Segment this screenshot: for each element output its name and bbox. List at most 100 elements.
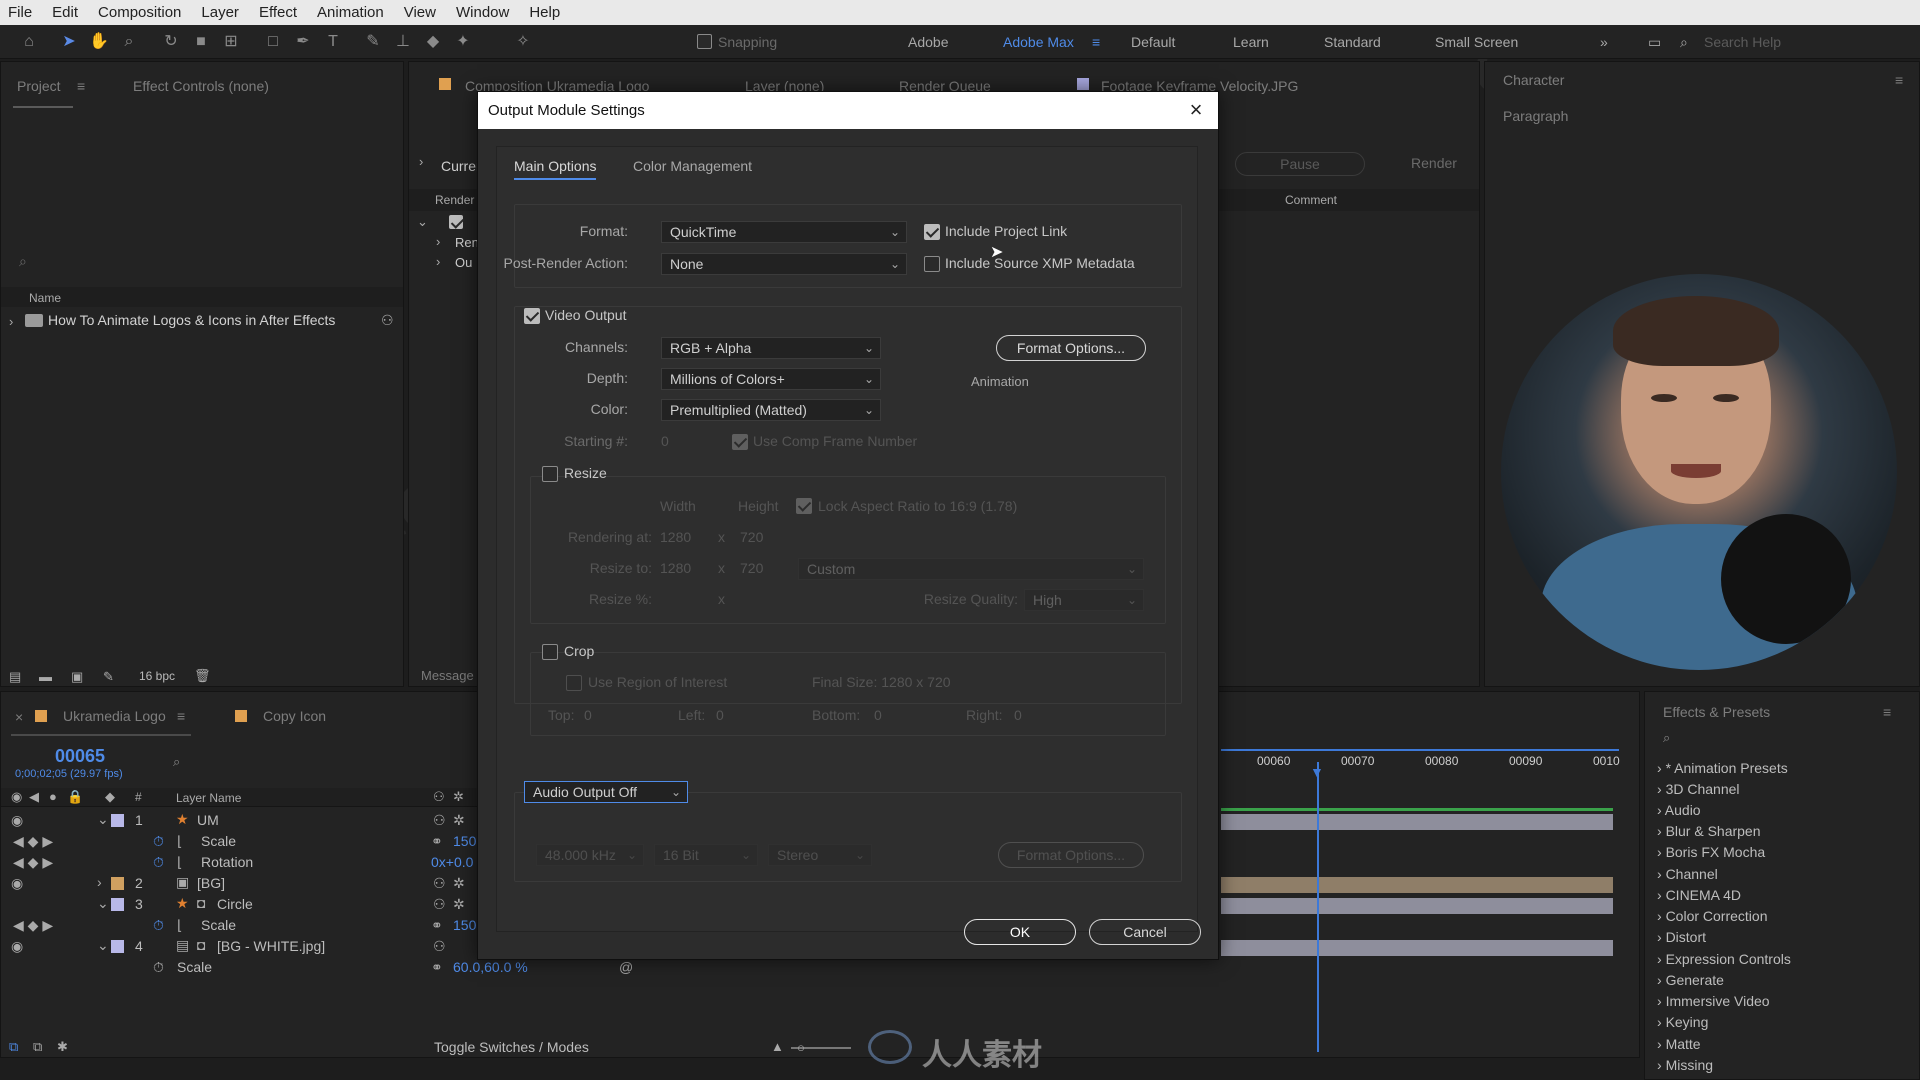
- tab-copy-icon[interactable]: Copy Icon: [263, 708, 326, 724]
- tab-effect-controls[interactable]: Effect Controls (none): [133, 78, 269, 94]
- video-output-checkbox[interactable]: [524, 308, 540, 324]
- tab-color-management[interactable]: Color Management: [633, 158, 752, 174]
- effects-category[interactable]: › * Animation Presets: [1657, 760, 1788, 776]
- pen-tool-icon[interactable]: ✒: [292, 32, 314, 52]
- label-color-icon[interactable]: [111, 877, 124, 890]
- panel-menu-icon[interactable]: ≡: [1883, 704, 1891, 720]
- panel-menu-icon[interactable]: ≡: [177, 708, 185, 724]
- render-item-checkbox[interactable]: [449, 215, 463, 229]
- audio-format-options-button[interactable]: Format Options...: [998, 842, 1144, 868]
- bpc-indicator[interactable]: 16 bpc: [139, 669, 175, 683]
- stopwatch-icon[interactable]: ⏱: [153, 854, 164, 871]
- timeline-search-icon[interactable]: ⌕: [173, 754, 180, 770]
- property-value[interactable]: 150: [453, 917, 476, 933]
- menu-animation[interactable]: Animation: [317, 4, 384, 21]
- collapse-arrow-icon[interactable]: ⌄: [97, 937, 109, 954]
- trash-icon[interactable]: 🗑: [194, 668, 211, 684]
- effects-category[interactable]: › Generate: [1657, 972, 1724, 988]
- effects-category[interactable]: › Channel: [1657, 866, 1718, 882]
- layer-name[interactable]: Circle: [217, 896, 253, 912]
- toggle-switches-modes[interactable]: Toggle Switches / Modes: [434, 1039, 589, 1055]
- comment-column[interactable]: Comment: [1285, 193, 1337, 207]
- workspace-standard[interactable]: Standard: [1324, 34, 1381, 50]
- format-dropdown[interactable]: QuickTime ⌄: [661, 221, 907, 243]
- menu-window[interactable]: Window: [456, 4, 509, 21]
- new-folder-icon[interactable]: ▬: [39, 669, 52, 684]
- render-settings-label[interactable]: Ren: [455, 235, 479, 250]
- stopwatch-icon[interactable]: ⏱: [153, 959, 164, 976]
- collapse-icon[interactable]: ✲: [453, 789, 464, 805]
- chevron-right-icon[interactable]: ›: [419, 154, 423, 169]
- layer-name[interactable]: [BG - WHITE.jpg]: [217, 938, 325, 954]
- pickwhip-icon[interactable]: @: [619, 959, 633, 975]
- eye-icon[interactable]: ◉: [11, 789, 22, 805]
- keyframe-nav-icon[interactable]: ◀ ◆ ▶: [13, 854, 53, 871]
- crop-bottom-value[interactable]: 0: [874, 707, 882, 723]
- menu-composition[interactable]: Composition: [98, 4, 181, 21]
- menu-view[interactable]: View: [404, 4, 436, 21]
- menu-layer[interactable]: Layer: [201, 4, 239, 21]
- brush-tool-icon[interactable]: ✎: [362, 32, 384, 52]
- interpret-footage-icon[interactable]: ▤: [9, 669, 21, 685]
- render-icon[interactable]: ⧉: [33, 1039, 42, 1055]
- crop-right-value[interactable]: 0: [1014, 707, 1022, 723]
- switches-icon[interactable]: ⚇: [433, 789, 445, 805]
- comp-mini-flowchart-icon[interactable]: ⧉: [9, 1039, 18, 1055]
- crop-checkbox[interactable]: [542, 644, 558, 660]
- playhead[interactable]: [1317, 762, 1319, 1052]
- link-icon[interactable]: ⚭: [431, 917, 443, 934]
- effects-category[interactable]: › Expression Controls: [1657, 951, 1791, 967]
- collapse-arrow-icon[interactable]: ⌄: [97, 895, 109, 912]
- workspace-small-screen[interactable]: Small Screen: [1435, 34, 1518, 50]
- cancel-button[interactable]: Cancel: [1089, 919, 1201, 945]
- tab-project[interactable]: Project: [17, 78, 61, 94]
- post-render-dropdown[interactable]: None ⌄: [661, 253, 907, 275]
- effects-category[interactable]: › Distort: [1657, 929, 1706, 945]
- render-button[interactable]: Render: [1369, 152, 1499, 176]
- hand-tool-icon[interactable]: ✋: [88, 32, 110, 52]
- format-options-button[interactable]: Format Options...: [996, 335, 1146, 361]
- workspace-learn[interactable]: Learn: [1233, 34, 1269, 50]
- crop-left-value[interactable]: 0: [716, 707, 724, 723]
- menu-edit[interactable]: Edit: [52, 4, 78, 21]
- effects-category[interactable]: › Immersive Video: [1657, 993, 1770, 1009]
- include-project-link-checkbox[interactable]: [924, 224, 940, 240]
- menu-effect[interactable]: Effect: [259, 4, 297, 21]
- rectangle-tool-icon[interactable]: □: [262, 32, 284, 52]
- use-comp-frame-checkbox[interactable]: [732, 434, 748, 450]
- sample-rate-dropdown[interactable]: 48.000 kHz ⌄: [536, 844, 644, 866]
- effects-category[interactable]: › Color Correction: [1657, 908, 1768, 924]
- workspace-adobe[interactable]: Adobe: [908, 34, 948, 50]
- layer-name[interactable]: [BG]: [197, 875, 225, 891]
- puppet-tool-icon[interactable]: ✧: [512, 32, 534, 52]
- selection-tool-icon[interactable]: ➤: [58, 32, 80, 52]
- workspace-menu-icon[interactable]: ≡: [1092, 34, 1100, 50]
- resize-to-width[interactable]: 1280: [660, 560, 691, 576]
- effects-category[interactable]: › Audio: [1657, 802, 1701, 818]
- effects-category[interactable]: › Missing: [1657, 1057, 1713, 1073]
- current-timecode[interactable]: 00065: [55, 746, 105, 767]
- eye-icon[interactable]: ◉: [11, 875, 23, 892]
- effects-category[interactable]: › 3D Channel: [1657, 781, 1740, 797]
- link-icon[interactable]: ⚭: [431, 959, 443, 976]
- snapping-checkbox[interactable]: [697, 34, 712, 49]
- collapse-arrow-icon[interactable]: ⌄: [97, 811, 109, 828]
- tab-main-options[interactable]: Main Options: [514, 158, 596, 174]
- channels-dropdown[interactable]: RGB + Alpha ⌄: [661, 337, 881, 359]
- keyframe-nav-icon[interactable]: ◀ ◆ ▶: [13, 917, 53, 934]
- bit-depth-dropdown[interactable]: 16 Bit ⌄: [654, 844, 758, 866]
- property-value[interactable]: 150: [453, 833, 476, 849]
- audio-icon[interactable]: ◀: [29, 789, 39, 805]
- collapse-icon[interactable]: ✲: [453, 812, 465, 829]
- close-icon[interactable]: ×: [1184, 99, 1208, 121]
- expand-arrow-icon[interactable]: ›: [436, 234, 440, 249]
- tab-character[interactable]: Character: [1503, 72, 1564, 88]
- property-value[interactable]: 60.0,60.0 %: [453, 959, 528, 975]
- expand-arrow-icon[interactable]: ›: [9, 314, 13, 329]
- layer-bar-bg[interactable]: [1221, 877, 1613, 893]
- eye-icon[interactable]: ◉: [11, 812, 23, 829]
- include-xmp-checkbox[interactable]: [924, 256, 940, 272]
- panel-icon[interactable]: ▭: [1648, 34, 1661, 51]
- property-value[interactable]: 0x+0.0: [431, 854, 473, 870]
- layer-bar-circle[interactable]: [1221, 898, 1613, 914]
